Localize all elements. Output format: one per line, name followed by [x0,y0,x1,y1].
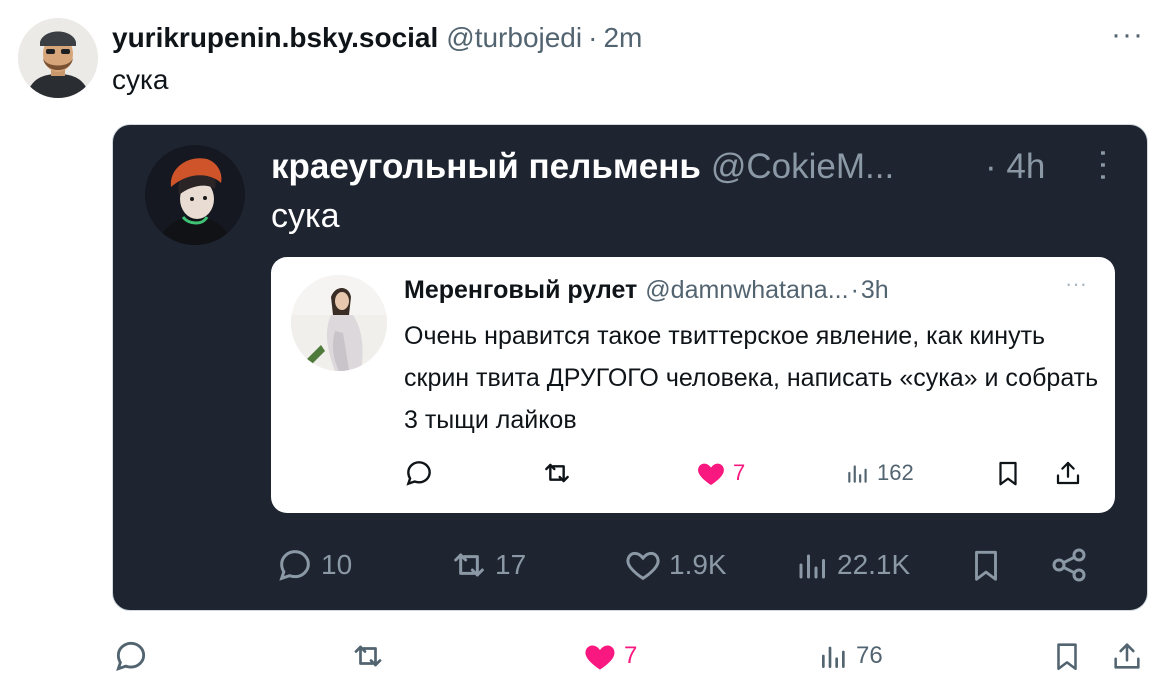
view-count: 76 [856,642,883,669]
more-icon: ··· [1065,271,1087,296]
views-button[interactable]: 76 [818,636,883,676]
quoted-post-card: Меренговый рулет @damnwhatana... · 3h ··… [271,257,1115,513]
separator: · [588,22,598,53]
reply-count: 10 [321,549,353,580]
quoted-author-handle: @damnwhatana... [645,275,849,304]
embed-author-name: краеугольный пельмень [271,147,701,186]
like-count: 1.9K [669,549,727,580]
heart-icon: 7 [695,453,745,493]
embed-post-text: сука [271,197,340,235]
quoted-post-time: 3h [860,275,889,304]
quoted-author-avatar [291,275,387,371]
quoted-author-name: Меренговый рулет [404,275,638,304]
quoted-post-header: Меренговый рулет @damnwhatana... · 3h [404,273,889,307]
bookmark-icon [993,453,1023,493]
embed-author-handle: @CokieM... [710,147,895,186]
reply-icon [116,641,146,671]
share-icon [1114,643,1140,669]
separator: · [850,275,859,304]
author-name[interactable]: yurikrupenin.bsky.social [112,22,438,54]
view-count: 22.1K [837,549,911,580]
embed-post-header: краеугольный пельмень @CokieM... [271,145,894,189]
quoted-post-text: Очень нравится такое твиттерское явление… [404,322,1099,434]
views-icon: 162 [845,453,914,493]
embed-action-bar: 10 17 1.9K 22.1K [275,545,1095,589]
heart-icon [585,645,615,670]
embedded-image[interactable]: краеугольный пельмень @CokieM... · 4h ··… [112,124,1148,611]
quoted-action-bar: 7 162 [403,453,1093,493]
reply-icon [403,453,435,493]
more-icon[interactable]: ··· [1111,18,1144,52]
view-count: 162 [877,460,914,485]
embed-post-time: · 4h [985,147,1046,186]
post-text: сука [112,64,169,95]
author-handle[interactable]: @turbojedi [446,22,582,54]
repost-count: 17 [495,549,527,580]
bookmark-icon [967,545,1005,585]
share-icon [1053,453,1083,493]
repost-icon [354,645,382,667]
like-count: 7 [733,460,746,485]
views-icon [822,646,845,668]
heart-icon: 1.9K [623,545,727,585]
like-count: 7 [624,642,638,669]
reply-icon: 10 [275,545,352,585]
post-header: yurikrupenin.bsky.social @turbojedi · 2m [112,20,642,56]
embed-author-avatar [145,145,245,245]
share-icon [1049,545,1089,585]
post-time[interactable]: 2m [603,22,642,54]
reply-button[interactable] [112,636,150,676]
repost-icon [541,453,573,493]
author-avatar[interactable] [18,18,98,98]
bookmark-button[interactable] [1050,636,1084,676]
more-icon: ··· [1085,147,1126,183]
like-button[interactable]: 7 [582,636,637,676]
repost-icon: 17 [449,545,526,585]
share-button[interactable] [1110,636,1144,676]
repost-button[interactable] [350,636,386,676]
post-action-bar: 7 76 [112,636,1152,676]
bookmark-icon [1057,643,1077,671]
views-icon: 22.1K [795,545,910,585]
